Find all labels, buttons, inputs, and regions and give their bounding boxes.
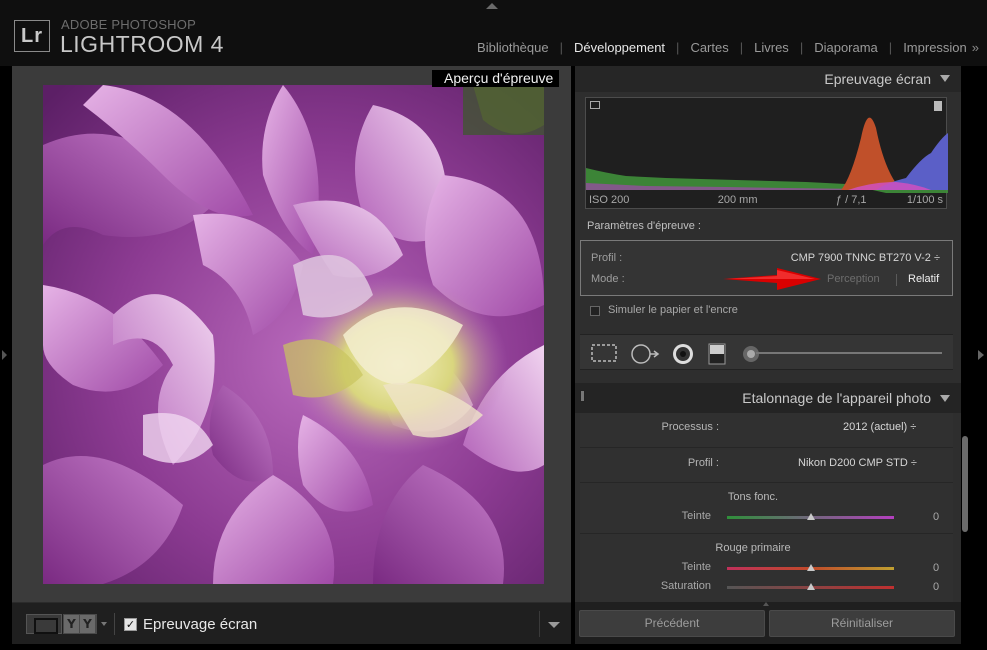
lightroom-logo: Lr	[14, 20, 50, 52]
simulate-paper-checkbox[interactable]	[590, 306, 600, 316]
collapse-right-panel-icon[interactable]	[978, 350, 984, 360]
process-select[interactable]: 2012 (actuel) ÷	[843, 421, 916, 433]
loupe-view-button[interactable]	[26, 614, 62, 634]
row-divider	[580, 447, 953, 448]
slider-label: Teinte	[681, 561, 711, 573]
spot-removal-icon[interactable]	[630, 343, 660, 365]
collapse-top-panel-icon[interactable]	[486, 3, 498, 9]
histogram[interactable]	[585, 97, 948, 209]
right-panel: Epreuvage écran ISO 200 200 mm ƒ / 7,1 1…	[575, 66, 961, 602]
module-picker: Bibliothèque | Développement | Cartes | …	[466, 40, 979, 55]
slider-label: Teinte	[681, 510, 711, 522]
softproof-checkbox[interactable]: ✓	[124, 618, 137, 631]
softproof-panel-title: Epreuvage écran	[824, 71, 931, 87]
module-library[interactable]: Bibliothèque	[466, 40, 560, 55]
module-book[interactable]: Livres	[743, 40, 800, 55]
slider-value[interactable]: 0	[933, 562, 939, 574]
exif-aperture: ƒ / 7,1	[835, 194, 867, 206]
slider-knob[interactable]	[807, 564, 815, 571]
calibration-panel-header[interactable]: Etalonnage de l'appareil photo	[575, 383, 961, 413]
module-print[interactable]: Impression	[892, 40, 978, 55]
brand-subtitle: ADOBE PHOTOSHOP	[61, 17, 196, 32]
softproof-panel-header[interactable]: Epreuvage écran	[575, 66, 961, 92]
exif-info: ISO 200 200 mm ƒ / 7,1 1/100 s	[585, 194, 947, 206]
process-label: Processus :	[661, 421, 719, 433]
slider-value[interactable]: 0	[933, 511, 939, 523]
before-after-button[interactable]: Y Y	[63, 614, 97, 634]
brand-title: LIGHTROOM 4	[60, 31, 224, 57]
more-modules-icon[interactable]: »	[972, 40, 979, 55]
mode-separator	[896, 274, 897, 286]
filmstrip-toolbar: Y Y ✓ Epreuvage écran	[12, 602, 571, 644]
shadows-section-title: Tons fonc.	[727, 491, 779, 503]
proof-settings-title: Paramètres d'épreuve :	[587, 220, 701, 232]
simulate-paper-label[interactable]: Simuler le papier et l'encre	[608, 304, 738, 316]
toolbar-divider	[114, 613, 115, 635]
module-develop[interactable]: Développement	[563, 40, 676, 55]
slider-value[interactable]: 0	[933, 581, 939, 593]
slider-knob[interactable]	[807, 513, 815, 520]
destination-gamut-icon[interactable]	[934, 101, 942, 111]
flower-photo-image	[43, 85, 544, 584]
shadow-clipping-icon[interactable]	[590, 101, 600, 109]
exif-focal: 200 mm	[717, 194, 758, 206]
row-divider	[580, 482, 953, 483]
panel-end-marker-icon	[763, 602, 769, 606]
exif-shutter: 1/100 s	[906, 194, 943, 206]
collapse-left-panel-icon[interactable]	[2, 350, 7, 360]
crop-tool-icon[interactable]	[590, 343, 618, 363]
camera-profile-select[interactable]: Nikon D200 CMP STD ÷	[798, 457, 917, 469]
before-after-dropdown-icon[interactable]	[101, 622, 107, 626]
mode-label: Mode :	[591, 273, 625, 285]
module-slideshow[interactable]: Diaporama	[803, 40, 889, 55]
before-after-left: Y	[64, 615, 80, 633]
previous-button[interactable]: Précédent	[579, 610, 765, 637]
tool-slider-track[interactable]	[756, 352, 942, 354]
module-map[interactable]: Cartes	[679, 40, 739, 55]
graduated-filter-icon[interactable]	[706, 343, 728, 365]
before-after-right: Y	[80, 615, 96, 633]
calibration-panel-title: Etalonnage de l'appareil photo	[742, 390, 931, 406]
slider-knob[interactable]	[807, 583, 815, 590]
panel-switch-icon[interactable]	[580, 390, 585, 402]
proof-preview-label: Aperçu d'épreuve	[432, 70, 560, 87]
collapse-triangle-icon[interactable]	[940, 395, 950, 402]
profile-label: Profil :	[591, 252, 623, 264]
flower-photo[interactable]	[43, 85, 544, 584]
collapse-triangle-icon[interactable]	[940, 75, 950, 82]
reset-button[interactable]: Réinitialiser	[769, 610, 955, 637]
tool-strip	[580, 334, 953, 370]
toolbar-menu-chevron-icon[interactable]	[539, 611, 567, 637]
proof-profile-select[interactable]: CMP 7900 TNNC BT270 V-2 ÷	[791, 252, 940, 264]
slider-label: Saturation	[660, 580, 711, 592]
camera-profile-label: Profil :	[687, 457, 719, 469]
softproof-label[interactable]: Epreuvage écran	[143, 616, 257, 633]
red-arrow-annotation	[723, 268, 821, 290]
mode-perceptual-option[interactable]: Perception	[827, 273, 880, 285]
proof-settings-box: Profil : CMP 7900 TNNC BT270 V-2 ÷ Mode …	[580, 240, 953, 296]
red-eye-icon[interactable]	[672, 343, 694, 365]
right-panel-scrollbar[interactable]	[962, 436, 968, 532]
row-divider	[580, 533, 953, 534]
red-primary-section-title: Rouge primaire	[715, 542, 791, 554]
top-bar: Lr ADOBE PHOTOSHOP LIGHTROOM 4 Bibliothè…	[0, 0, 987, 66]
exif-iso: ISO 200	[589, 194, 630, 206]
calibration-body	[580, 413, 953, 602]
mode-relative-option[interactable]: Relatif	[908, 273, 939, 285]
bottom-button-bar: Précédent Réinitialiser	[575, 602, 961, 644]
adjustment-brush-icon[interactable]	[740, 343, 762, 365]
